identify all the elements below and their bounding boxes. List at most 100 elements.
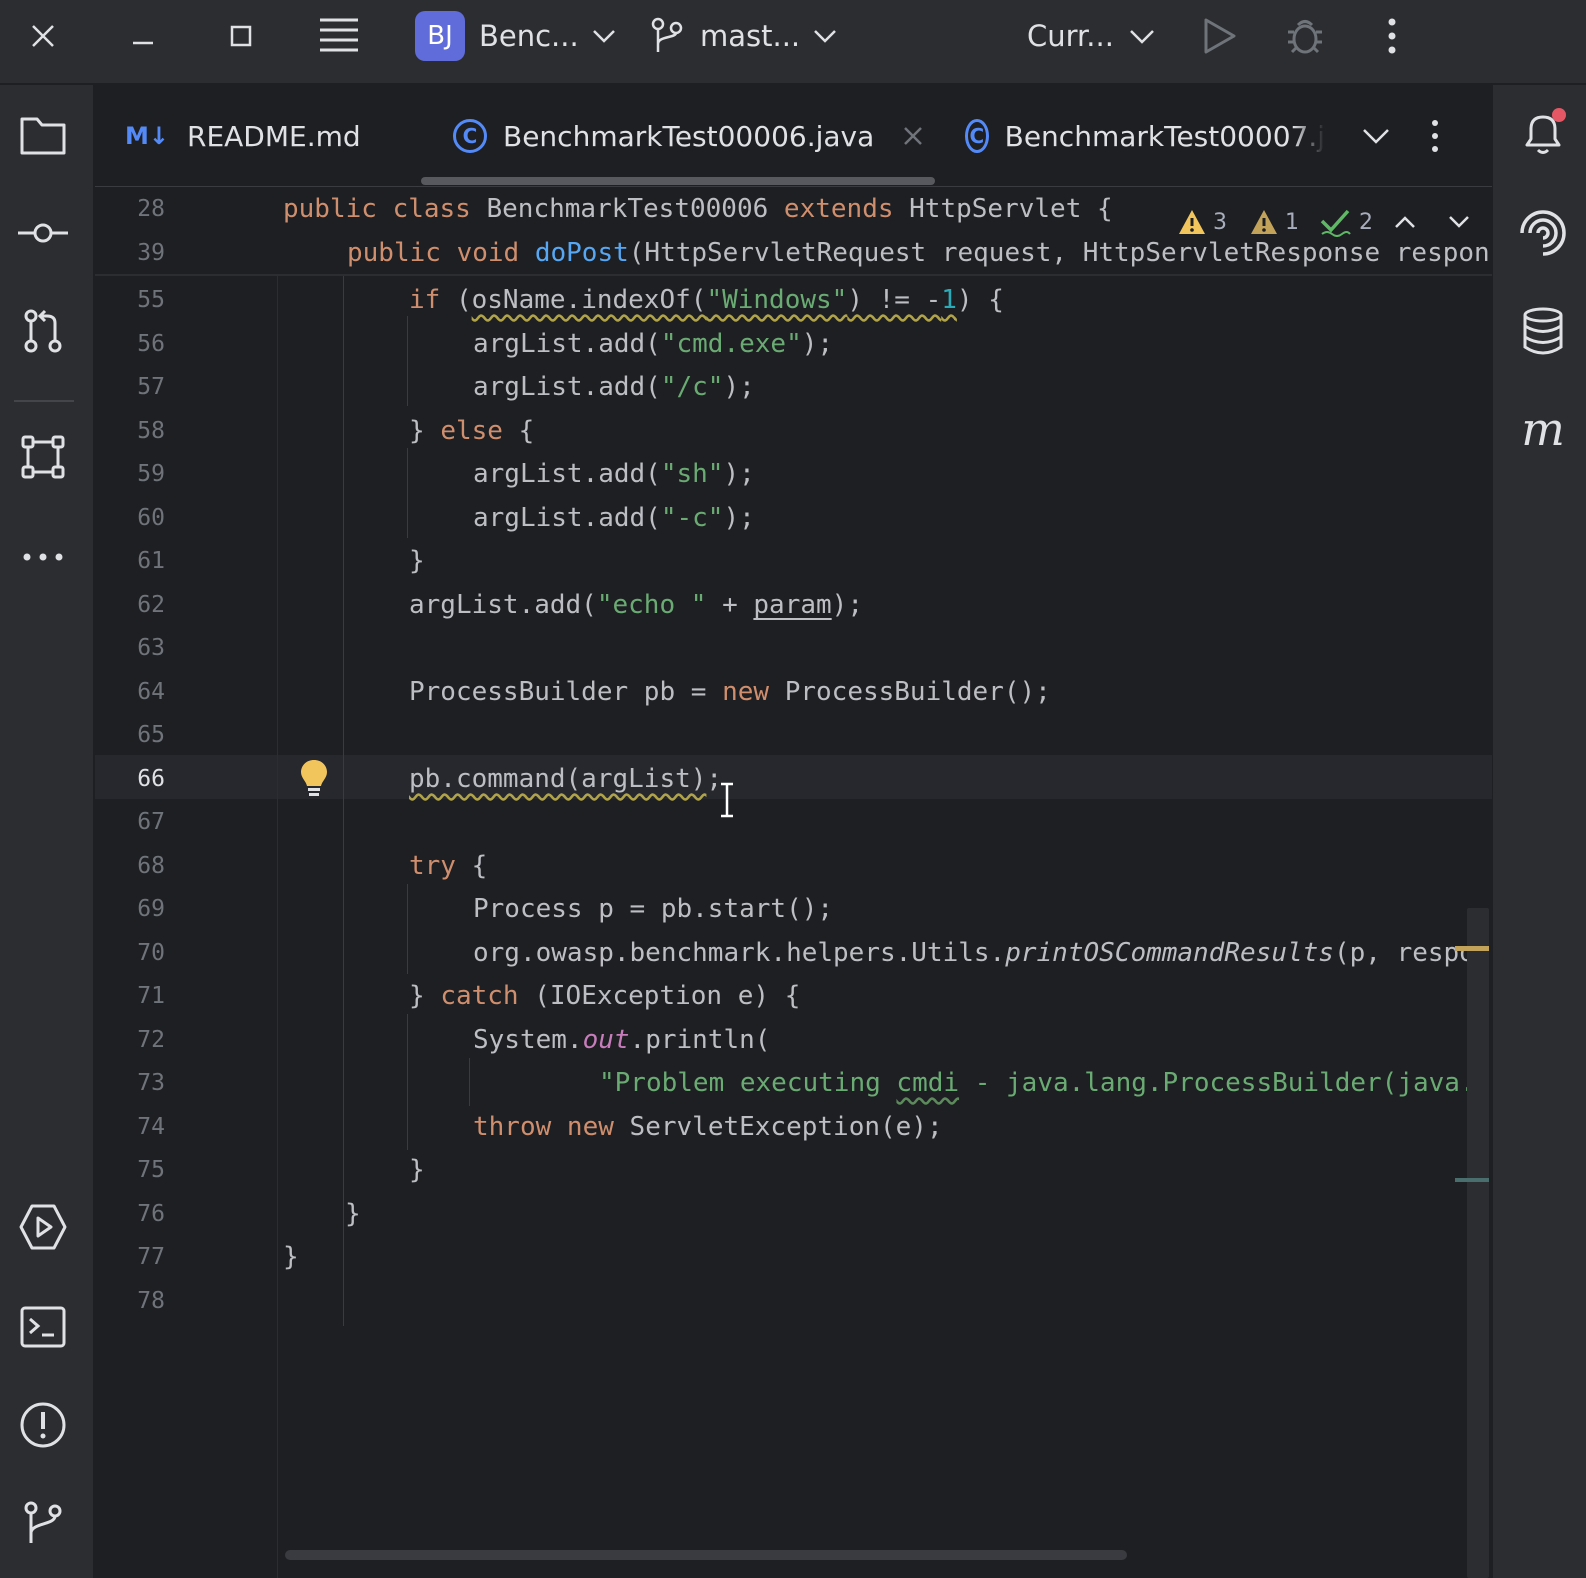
branch-selector[interactable]: mast... <box>650 0 838 72</box>
bug-icon <box>1288 20 1322 54</box>
maximize-window-button[interactable] <box>226 0 256 72</box>
tab-label: BenchmarkTest00007.j <box>1004 119 1325 153</box>
close-tab-icon[interactable] <box>902 125 924 147</box>
ai-assistant-icon <box>1520 210 1566 256</box>
line-number: 74 <box>137 1114 165 1140</box>
line-number: 68 <box>137 853 165 879</box>
database-tool-button[interactable] <box>1515 303 1571 359</box>
line-number: 67 <box>137 809 165 835</box>
warning-marker[interactable] <box>1455 946 1489 951</box>
sticky-line[interactable]: public class BenchmarkTest00006 extends … <box>283 194 1113 224</box>
more-vertical-icon <box>1388 18 1396 54</box>
main-menu-button[interactable] <box>318 0 360 72</box>
previous-highlight-button[interactable] <box>1393 204 1417 240</box>
info-marker[interactable] <box>1455 1178 1489 1182</box>
code-line-56[interactable]: argList.add("cmd.exe"); <box>473 329 833 359</box>
close-window-button[interactable] <box>28 0 58 72</box>
line-number: 76 <box>137 1201 165 1227</box>
code-line-58[interactable]: } else { <box>409 416 534 446</box>
project-tool-button[interactable] <box>17 109 69 161</box>
commit-tool-button[interactable] <box>17 207 69 259</box>
problems-tool-button[interactable] <box>17 1399 69 1451</box>
code-line-73[interactable]: "Problem executing cmdi - java.lang.Proc… <box>599 1068 1491 1098</box>
more-horizontal-icon <box>23 553 63 561</box>
code-line-68[interactable]: try { <box>409 851 487 881</box>
markdown-icon: M↓ <box>125 122 169 150</box>
minimize-window-button[interactable] <box>128 0 158 72</box>
code-line-72[interactable]: System.out.println( <box>473 1025 770 1055</box>
title-bar: BJ Benc... mast... Curr... <box>0 0 1586 84</box>
text-cursor-icon <box>719 782 735 825</box>
code-line-60[interactable]: argList.add("-c"); <box>473 503 755 533</box>
notifications-button[interactable] <box>1515 105 1571 161</box>
code-line-62[interactable]: argList.add("echo " + param); <box>409 590 863 620</box>
sticky-line[interactable]: public void doPost(HttpServletRequest re… <box>347 238 1490 268</box>
tab-benchmarktest00007[interactable]: C BenchmarkTest00007.j <box>965 85 1325 187</box>
chevron-up-icon <box>1395 216 1415 228</box>
inspection-warnings-b[interactable]: 1 <box>1249 204 1299 240</box>
code-line-66[interactable]: pb.command(argList); <box>409 764 722 794</box>
tab-label: README.md <box>187 119 361 153</box>
line-number: 56 <box>137 331 165 357</box>
terminal-tool-button[interactable] <box>17 1301 69 1353</box>
code-editor[interactable]: 28 public class BenchmarkTest00006 exten… <box>95 188 1492 1578</box>
tab-benchmarktest00006[interactable]: C BenchmarkTest00006.java <box>453 85 933 187</box>
class-icon: C <box>453 119 487 153</box>
code-line-55[interactable]: if (osName.indexOf("Windows") != -1) { <box>409 285 1004 315</box>
line-number: 63 <box>137 635 165 661</box>
project-selector[interactable]: BJ Benc... <box>415 0 617 72</box>
bell-icon <box>1525 108 1566 154</box>
code-line-70[interactable]: org.owasp.benchmark.helpers.Utils.printO… <box>473 938 1475 968</box>
hamburger-icon <box>320 18 358 52</box>
problems-icon <box>20 1402 66 1448</box>
line-number: 75 <box>137 1157 165 1183</box>
code-line-76[interactable]: } <box>345 1199 361 1229</box>
code-line-69[interactable]: Process p = pb.start(); <box>473 894 833 924</box>
run-config-selector[interactable]: Curr... <box>1027 0 1156 72</box>
line-number: 65 <box>137 722 165 748</box>
services-icon <box>19 1204 67 1250</box>
pull-requests-tool-button[interactable] <box>17 305 69 357</box>
line-number: 70 <box>137 940 165 966</box>
code-line-71[interactable]: } catch (IOException e) { <box>409 981 800 1011</box>
inspection-warnings-a[interactable]: 3 <box>1177 204 1227 240</box>
warnings-count: 3 <box>1213 209 1227 235</box>
services-tool-button[interactable] <box>17 1201 69 1253</box>
more-actions-button[interactable] <box>1380 0 1404 72</box>
sticky-scroll-header: 28 public class BenchmarkTest00006 exten… <box>95 188 1492 276</box>
line-number: 64 <box>137 679 165 705</box>
code-line-59[interactable]: argList.add("sh"); <box>473 459 755 489</box>
code-line-75[interactable]: } <box>409 1155 425 1185</box>
ai-assistant-button[interactable] <box>1515 205 1571 261</box>
tabs-dropdown-button[interactable] <box>1361 85 1401 187</box>
horizontal-scrollbar[interactable] <box>285 1550 1127 1560</box>
check-icon <box>1320 209 1351 237</box>
indent-guide <box>469 1058 470 1106</box>
vertical-scrollbar[interactable] <box>1467 908 1489 1578</box>
active-tab-indicator <box>421 177 935 185</box>
inspection-ok[interactable]: 2 <box>1319 204 1373 240</box>
left-tool-strip <box>0 85 94 1578</box>
next-highlight-button[interactable] <box>1447 204 1471 240</box>
structure-tool-button[interactable] <box>17 431 69 483</box>
chevron-down-icon <box>1130 30 1154 44</box>
line-number: 61 <box>137 548 165 574</box>
debug-button[interactable] <box>1284 0 1326 72</box>
maven-tool-button[interactable]: m <box>1515 401 1571 457</box>
code-line-61[interactable]: } <box>409 546 425 576</box>
code-line-57[interactable]: argList.add("/c"); <box>473 372 755 402</box>
run-button[interactable] <box>1200 0 1238 72</box>
code-line-77[interactable]: } <box>283 1242 299 1272</box>
project-name: Benc... <box>479 19 579 53</box>
line-number: 62 <box>137 592 165 618</box>
line-number: 78 <box>137 1288 165 1314</box>
code-line-74[interactable]: throw new ServletException(e); <box>473 1112 943 1142</box>
more-tools-button[interactable] <box>17 531 69 583</box>
tab-more-button[interactable] <box>1429 85 1453 187</box>
ok-count: 2 <box>1359 209 1373 235</box>
indent-guide <box>407 448 408 538</box>
tab-readme[interactable]: M↓ README.md <box>125 85 425 187</box>
intention-bulb-button[interactable] <box>299 758 329 805</box>
git-tool-button[interactable] <box>17 1497 69 1549</box>
code-line-64[interactable]: ProcessBuilder pb = new ProcessBuilder()… <box>409 677 1051 707</box>
